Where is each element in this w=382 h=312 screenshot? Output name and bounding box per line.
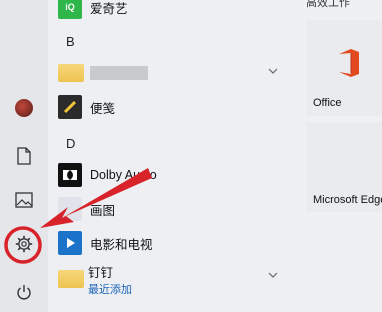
app-folder-blurred[interactable] <box>58 58 290 88</box>
power-icon <box>17 285 31 300</box>
app-text: 钉钉 最近添加 <box>88 262 132 297</box>
app-label: 电影和电视 <box>90 237 153 252</box>
folder-icon <box>58 270 84 288</box>
user-avatar-button[interactable] <box>8 94 40 122</box>
documents-button[interactable] <box>8 142 40 170</box>
document-icon <box>17 147 31 165</box>
picture-icon <box>15 192 33 208</box>
folder-icon <box>58 64 84 82</box>
avatar <box>15 99 33 117</box>
sticky-notes-icon <box>58 95 82 119</box>
movies-tv-icon <box>58 231 82 255</box>
power-button[interactable] <box>8 278 40 306</box>
group-letter-d[interactable]: D <box>66 136 75 151</box>
iqiyi-icon: iQ <box>58 0 82 19</box>
app-label: Dolby Audio <box>90 168 157 182</box>
app-dingding[interactable]: 钉钉 最近添加 <box>58 262 290 296</box>
tile-group-header[interactable]: 高效工作 <box>306 0 350 10</box>
paint-icon <box>58 197 82 221</box>
tile-label: Microsoft Edge <box>313 194 382 206</box>
app-label: 钉钉 <box>88 265 114 280</box>
app-bianjian[interactable]: 便笺 <box>58 92 290 122</box>
app-iqiyi[interactable]: iQ 爱奇艺 <box>58 0 290 22</box>
app-label: 便笺 <box>90 101 116 116</box>
dolby-icon <box>58 163 82 187</box>
app-paint[interactable]: 画图 <box>58 194 290 224</box>
settings-button[interactable] <box>8 230 40 258</box>
pictures-button[interactable] <box>8 186 40 214</box>
app-list: iQ 爱奇艺 B 便笺 D Dolby Audio 画图 电影和电视 钉钉 最近… <box>48 0 296 312</box>
app-label: 爱奇艺 <box>90 1 128 16</box>
app-dolby-audio[interactable]: Dolby Audio <box>58 160 290 190</box>
blurred-label <box>90 66 148 80</box>
tiles-panel: 高效工作 Office Microsoft Edge <box>296 0 382 312</box>
chevron-down-icon[interactable] <box>268 68 278 74</box>
group-letter-next <box>66 306 76 312</box>
tile-office[interactable]: Office <box>306 20 382 116</box>
gear-icon <box>15 235 33 253</box>
group-letter-b[interactable]: B <box>66 34 75 49</box>
tile-microsoft-edge[interactable]: Microsoft Edge <box>306 122 382 212</box>
recently-added-label: 最近添加 <box>88 283 132 296</box>
app-label: 画图 <box>90 203 116 218</box>
chevron-down-icon[interactable] <box>268 272 278 278</box>
tile-label: Office <box>313 97 342 109</box>
office-icon <box>339 49 359 77</box>
start-menu-rail <box>0 0 48 312</box>
app-movies-tv[interactable]: 电影和电视 <box>58 228 290 258</box>
